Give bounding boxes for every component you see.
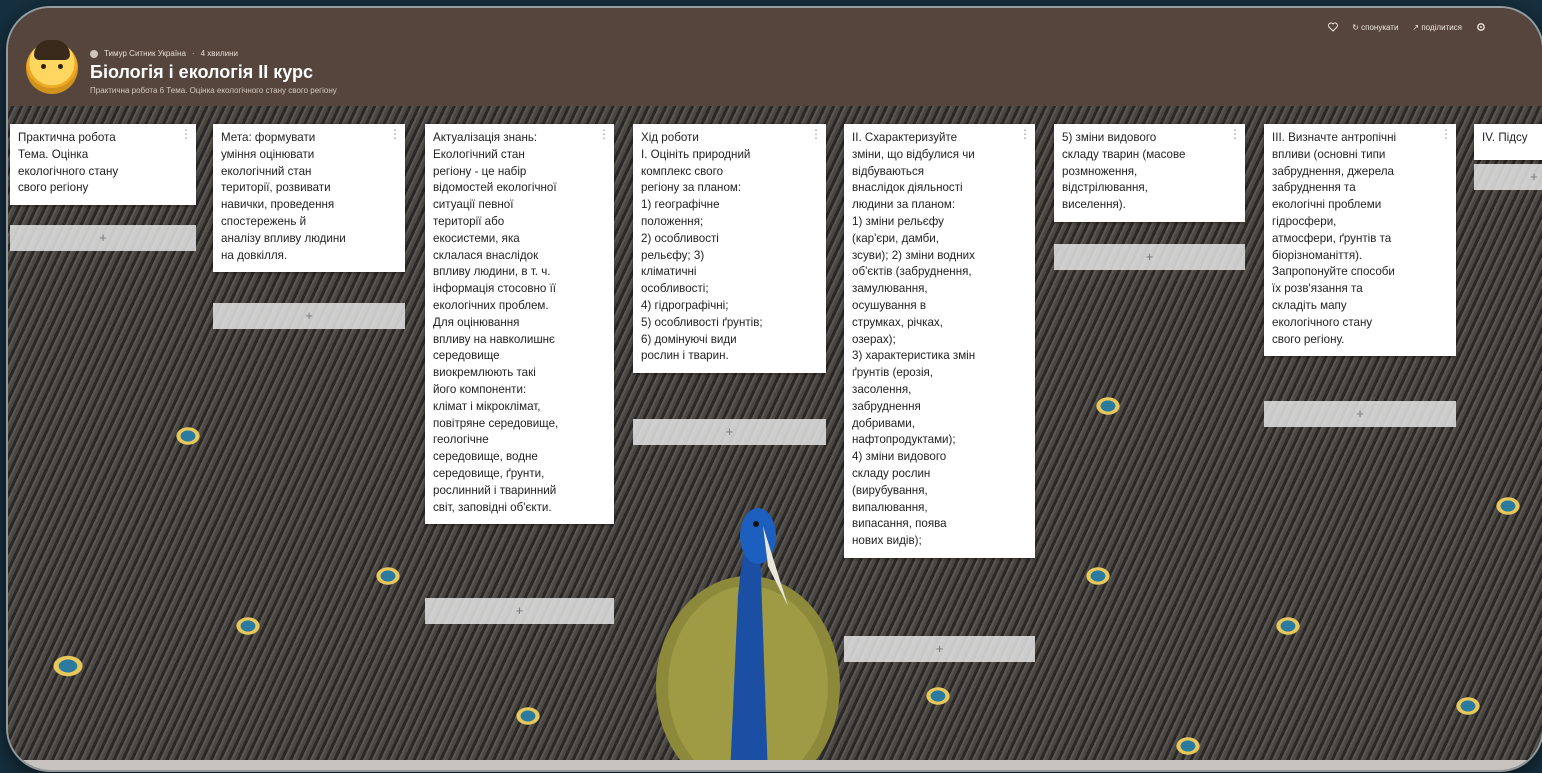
add-post-button[interactable]: + (844, 636, 1035, 662)
more-vertical-icon[interactable]: ⋮ (1019, 128, 1031, 140)
post-text: 5) зміни видового складу тварин (масове … (1062, 131, 1186, 212)
post-text: Хід роботи І. Оцініть природний комплекс… (641, 131, 763, 363)
avatar-hair (34, 40, 70, 60)
post-text: IV. Підсу (1482, 131, 1528, 144)
more-vertical-icon[interactable]: ⋮ (598, 128, 610, 140)
more-vertical-icon[interactable]: ⋮ (810, 128, 822, 140)
breadcrumb-owner[interactable]: Тимур Ситник Україна (104, 49, 186, 58)
add-post-button[interactable]: + (1264, 401, 1456, 427)
add-post-button[interactable]: + (425, 598, 614, 624)
post-card-6[interactable]: ⋮ 5) зміни видового складу тварин (масов… (1054, 124, 1245, 222)
post-card-3[interactable]: ⋮ Актуалізація знань: Екологічний стан р… (425, 124, 614, 525)
horizontal-scrollbar[interactable] (8, 760, 1542, 770)
more-vertical-icon[interactable]: ⋮ (389, 128, 401, 140)
post-card-7[interactable]: ⋮ ІІІ. Визначте антропічні впливи (основ… (1264, 124, 1456, 357)
post-card-2[interactable]: ⋮ Мета: формувати уміння оцінювати еколо… (213, 124, 405, 273)
post-text: ІІ. Схарактеризуйте зміни, що відбулися … (852, 131, 976, 548)
more-vertical-icon[interactable]: ⋮ (180, 128, 192, 140)
add-post-button[interactable]: + (10, 225, 196, 251)
avatar-eyes (41, 64, 63, 70)
post-text: Практична робота Тема. Оцінка екологічно… (18, 131, 119, 195)
board-logo-avatar[interactable] (26, 40, 78, 94)
heart-icon[interactable] (1328, 22, 1339, 32)
breadcrumb-time: 4 хвилини (200, 49, 238, 58)
page-subtitle: Практична робота 6 Тема. Оцінка екологіч… (90, 86, 337, 95)
post-text: ІІІ. Визначте антропічні впливи (основні… (1272, 131, 1397, 346)
post-card-4[interactable]: ⋮ Хід роботи І. Оцініть природний компле… (633, 124, 826, 374)
gear-icon[interactable] (1476, 22, 1486, 32)
post-card-1[interactable]: ⋮ Практична робота Тема. Оцінка екологіч… (10, 124, 196, 206)
page-title: Біологія і екологія ІІ курс (90, 62, 313, 82)
add-post-button[interactable]: + (213, 303, 405, 329)
header-actions: ↻ спонукати ↗ поділитися (1328, 22, 1486, 32)
post-card-8[interactable]: IV. Підсу (1474, 124, 1542, 160)
breadcrumb: Тимур Ситник Україна · 4 хвилини (90, 49, 238, 58)
more-vertical-icon[interactable]: ⋮ (1229, 128, 1241, 140)
owner-avatar-icon (90, 49, 98, 58)
breadcrumb-separator: · (191, 49, 195, 58)
post-text: Актуалізація знань: Екологічний стан рег… (433, 131, 559, 514)
add-post-button[interactable]: + (1054, 244, 1245, 270)
peacock-background-image (656, 508, 840, 770)
post-text: Мета: формувати уміння оцінювати екологі… (221, 131, 346, 262)
post-card-5[interactable]: ⋮ ІІ. Схарактеризуйте зміни, що відбулис… (844, 124, 1035, 558)
add-post-button[interactable]: + (633, 419, 826, 445)
padlet-board-window: Тимур Ситник Україна · 4 хвилини Біологі… (8, 8, 1542, 770)
remake-button[interactable]: ↻ спонукати (1352, 23, 1398, 32)
add-post-button[interactable]: + (1474, 164, 1542, 190)
share-button[interactable]: ↗ поділитися (1412, 23, 1462, 32)
more-vertical-icon[interactable]: ⋮ (1440, 128, 1452, 140)
board-header: Тимур Ситник Україна · 4 хвилини Біологі… (8, 8, 1542, 106)
